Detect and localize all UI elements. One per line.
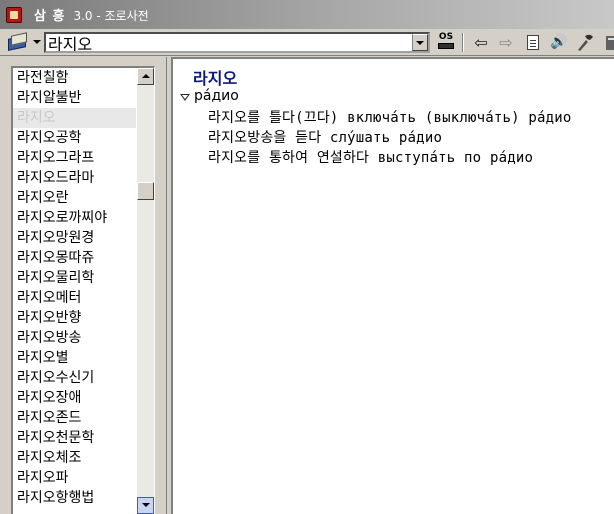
dictionary-select-icon[interactable] [6, 32, 30, 52]
list-item[interactable]: 라지오로까찌야 [13, 208, 136, 228]
sound-button[interactable]: 🔊 [548, 32, 570, 53]
entry-headword: 라지오 [193, 69, 238, 88]
scroll-thumb[interactable] [137, 182, 154, 200]
search-dropdown-button[interactable] [412, 34, 428, 51]
list-item[interactable]: 라지오드라마 [13, 168, 136, 188]
collapse-triangle-icon[interactable] [180, 93, 190, 101]
word-list-panel: 라전칠함 라지알불반 라지오 라지오공학 라지오그라프 라지오드라마 라지오란 … [0, 57, 167, 514]
list-item[interactable]: 라지오그라프 [13, 148, 136, 168]
search-combobox[interactable] [44, 32, 430, 53]
app-name: 삼 흥 [34, 9, 66, 24]
example-line: 라지오를 통하여 연설하다 выступа́ть по ра́дио [208, 150, 534, 166]
list-item[interactable]: 라지오메터 [13, 288, 136, 308]
keyboard-icon [438, 43, 454, 49]
list-item[interactable]: 라지오망원경 [13, 228, 136, 248]
tools-icon [578, 34, 593, 51]
word-list-scrollbar[interactable] [137, 68, 154, 514]
scroll-down-button[interactable] [137, 497, 154, 514]
list-item[interactable]: 라지오체조 [13, 448, 136, 468]
document-icon [527, 35, 539, 50]
app-version: 3.0 - 조로사전 [73, 9, 149, 23]
toolbar: OS ⇦ ⇨ 🔊 [0, 29, 614, 56]
entry-panel: 라지오 ра́дио 라지오를 틀다(끄다) включа́ть (выключ… [171, 57, 614, 514]
list-item[interactable]: 라지알불반 [13, 88, 136, 108]
dictionary-dropdown-arrow-icon[interactable] [33, 40, 41, 44]
list-item-selected[interactable]: 라지오 [13, 108, 136, 128]
help-button[interactable] [600, 32, 614, 53]
sense-row: ра́дио [180, 87, 239, 105]
list-item[interactable]: 라전칠함 [13, 68, 136, 88]
list-item[interactable]: 라지오방송 [13, 328, 136, 348]
title-bar[interactable]: 삼 흥 3.0 - 조로사전 [0, 0, 614, 29]
list-item[interactable]: 라지오반향 [13, 308, 136, 328]
help-icon [606, 36, 614, 50]
list-item[interactable]: 라지오존드 [13, 408, 136, 428]
os-label: OS [438, 32, 454, 42]
list-item[interactable]: 라지오장애 [13, 388, 136, 408]
document-button[interactable] [522, 32, 544, 53]
list-item[interactable]: 라지오수신기 [13, 368, 136, 388]
list-item[interactable]: 라지오항행법 [13, 488, 136, 508]
example-line: 라지오방송을 듣다 слу́шать ра́дио [208, 130, 443, 146]
list-item[interactable]: 라지오천문학 [13, 428, 136, 448]
back-button[interactable]: ⇦ [470, 32, 492, 53]
list-item[interactable]: 라지오공학 [13, 128, 136, 148]
list-item[interactable]: 라지오별 [13, 348, 136, 368]
toolbar-separator [462, 33, 464, 52]
app-book-icon[interactable] [4, 5, 24, 25]
search-input[interactable] [46, 34, 412, 51]
example-line: 라지오를 틀다(끄다) включа́ть (выключа́ть) ра́ди… [208, 110, 572, 126]
entry-translation: ра́дио [194, 88, 239, 104]
window-title: 삼 흥 3.0 - 조로사전 [34, 5, 149, 24]
os-keyboard-button[interactable]: OS [436, 32, 456, 52]
list-item[interactable]: 라지오파 [13, 468, 136, 488]
forward-button[interactable]: ⇨ [495, 32, 517, 53]
list-item[interactable]: 라지오란 [13, 188, 136, 208]
list-item[interactable]: 라지오몽따쥬 [13, 248, 136, 268]
tools-button[interactable] [574, 32, 596, 53]
scroll-up-button[interactable] [137, 68, 154, 85]
list-item[interactable]: 라지오물리학 [13, 268, 136, 288]
word-list[interactable]: 라전칠함 라지알불반 라지오 라지오공학 라지오그라프 라지오드라마 라지오란 … [11, 66, 155, 514]
